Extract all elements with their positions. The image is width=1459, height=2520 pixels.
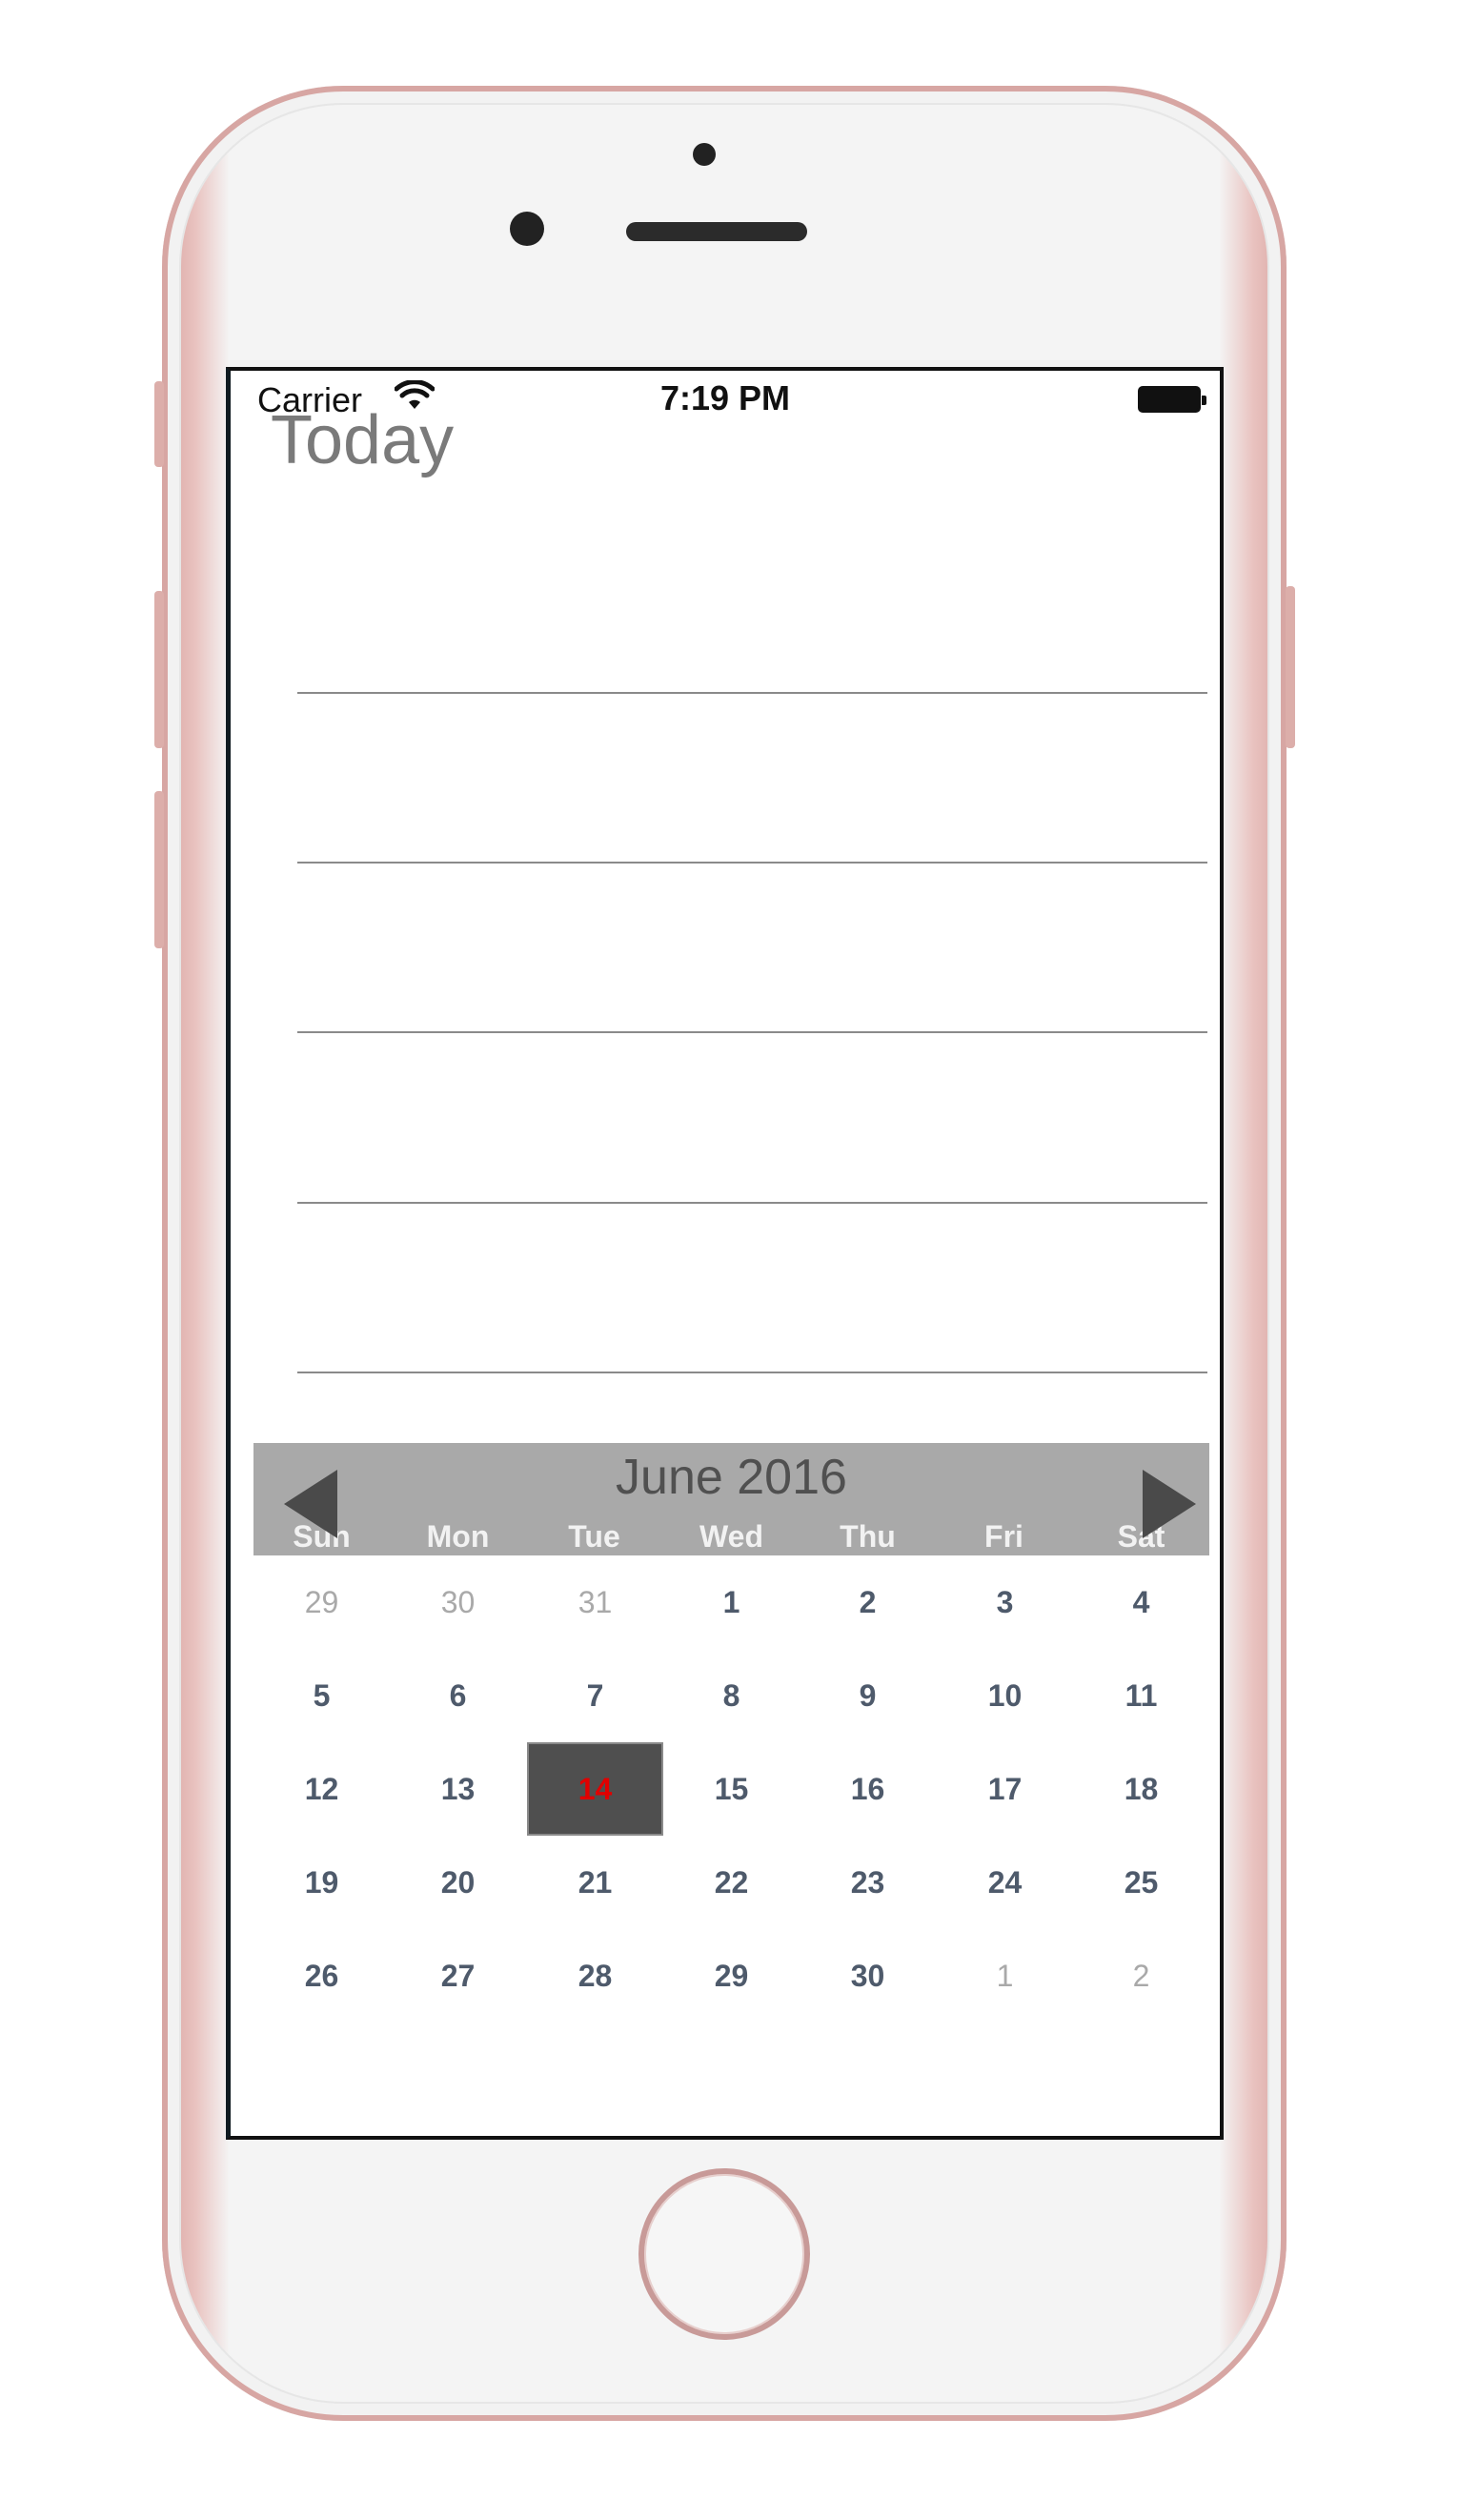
calendar-day[interactable]: 23 (800, 1836, 936, 1929)
camera-dot (693, 143, 716, 166)
calendar-day[interactable]: 19 (253, 1836, 390, 1929)
calendar-day[interactable]: 3 (937, 1555, 1073, 1649)
mute-switch (154, 791, 164, 948)
calendar-day[interactable]: 1 (937, 1929, 1073, 2022)
calendar-day[interactable]: 18 (1073, 1742, 1209, 1836)
calendar-day[interactable]: 2 (800, 1555, 936, 1649)
month-title: June 2016 (616, 1450, 847, 1505)
calendar-day[interactable]: 30 (390, 1555, 526, 1649)
triangle-right-icon[interactable] (1143, 1470, 1196, 1538)
calendar-day[interactable]: 17 (937, 1742, 1073, 1836)
entry-line[interactable] (297, 692, 1207, 694)
calendar-day-selected[interactable]: 14 (527, 1742, 663, 1836)
calendar-header: June 2016 Sun Mon Tue Wed Thu Fri Sat (253, 1443, 1209, 1555)
weekday-row: Sun Mon Tue Wed Thu Fri Sat (253, 1519, 1209, 1554)
calendar-day[interactable]: 6 (390, 1649, 526, 1742)
volume-down-button (154, 591, 164, 748)
calendar-day[interactable]: 22 (663, 1836, 800, 1929)
calendar-day[interactable]: 8 (663, 1649, 800, 1742)
calendar-day[interactable]: 4 (1073, 1555, 1209, 1649)
calendar-day[interactable]: 11 (1073, 1649, 1209, 1742)
calendar-day[interactable]: 29 (253, 1555, 390, 1649)
entry-line[interactable] (297, 862, 1207, 864)
calendar-day[interactable]: 26 (253, 1929, 390, 2022)
weekday-label: Wed (699, 1519, 763, 1554)
calendar-day[interactable]: 28 (527, 1929, 663, 2022)
calendar-day[interactable]: 1 (663, 1555, 800, 1649)
calendar-day[interactable]: 21 (527, 1836, 663, 1929)
calendar-day[interactable]: 16 (800, 1742, 936, 1836)
page-title: Today (271, 402, 455, 478)
calendar-day[interactable]: 2 (1073, 1929, 1209, 2022)
power-button (1286, 586, 1295, 748)
calendar-day[interactable]: 9 (800, 1649, 936, 1742)
calendar-day[interactable]: 30 (800, 1929, 936, 2022)
calendar-day[interactable]: 31 (527, 1555, 663, 1649)
app-screen: Carrier 7:19 PM Today June 2016 Sun Mon … (226, 367, 1224, 2140)
entry-line[interactable] (297, 1031, 1207, 1033)
calendar-day[interactable]: 25 (1073, 1836, 1209, 1929)
front-camera (510, 212, 544, 246)
calendar-day[interactable]: 27 (390, 1929, 526, 2022)
speaker-grille (626, 222, 807, 241)
calendar-day[interactable]: 10 (937, 1649, 1073, 1742)
weekday-label: Tue (568, 1519, 620, 1554)
entry-line[interactable] (297, 1202, 1207, 1204)
calendar-day[interactable]: 15 (663, 1742, 800, 1836)
weekday-label: Mon (426, 1519, 490, 1554)
weekday-label: Thu (840, 1519, 896, 1554)
calendar-day[interactable]: 7 (527, 1649, 663, 1742)
calendar-day[interactable]: 20 (390, 1836, 526, 1929)
calendar-day[interactable]: 5 (253, 1649, 390, 1742)
calendar-day[interactable]: 12 (253, 1742, 390, 1836)
calendar-day[interactable]: 24 (937, 1836, 1073, 1929)
volume-up-button (154, 381, 164, 467)
triangle-left-icon[interactable] (284, 1470, 337, 1538)
calendar-day[interactable]: 29 (663, 1929, 800, 2022)
battery-icon (1138, 386, 1206, 413)
calendar-day[interactable]: 13 (390, 1742, 526, 1836)
entry-line[interactable] (297, 1372, 1207, 1373)
weekday-label: Fri (984, 1519, 1023, 1554)
home-button[interactable] (638, 2168, 810, 2340)
